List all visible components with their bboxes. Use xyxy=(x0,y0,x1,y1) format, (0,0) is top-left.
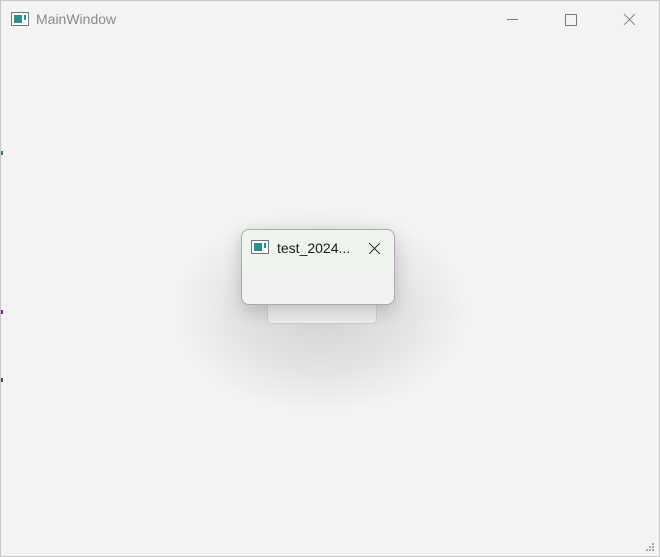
resize-grip-icon[interactable] xyxy=(646,543,655,552)
edge-artifact xyxy=(1,310,3,314)
popup-close-button[interactable] xyxy=(362,236,386,260)
popup-title: test_2024... xyxy=(277,240,351,256)
close-button[interactable] xyxy=(600,1,658,39)
main-window-titlebar[interactable]: MainWindow xyxy=(1,1,659,39)
minimize-button[interactable] xyxy=(484,1,542,39)
maximize-button[interactable] xyxy=(542,1,600,39)
popup-window[interactable]: test_2024... xyxy=(241,229,395,305)
main-window: MainWindow test_2024... xyxy=(0,0,660,557)
edge-artifact xyxy=(1,378,3,382)
edge-artifact xyxy=(1,151,3,155)
window-title: MainWindow xyxy=(36,11,117,27)
app-window-icon xyxy=(11,12,29,26)
maximize-icon xyxy=(565,14,577,26)
minimize-icon xyxy=(507,19,518,20)
popup-titlebar[interactable]: test_2024... xyxy=(242,230,394,266)
app-window-icon xyxy=(251,240,269,254)
